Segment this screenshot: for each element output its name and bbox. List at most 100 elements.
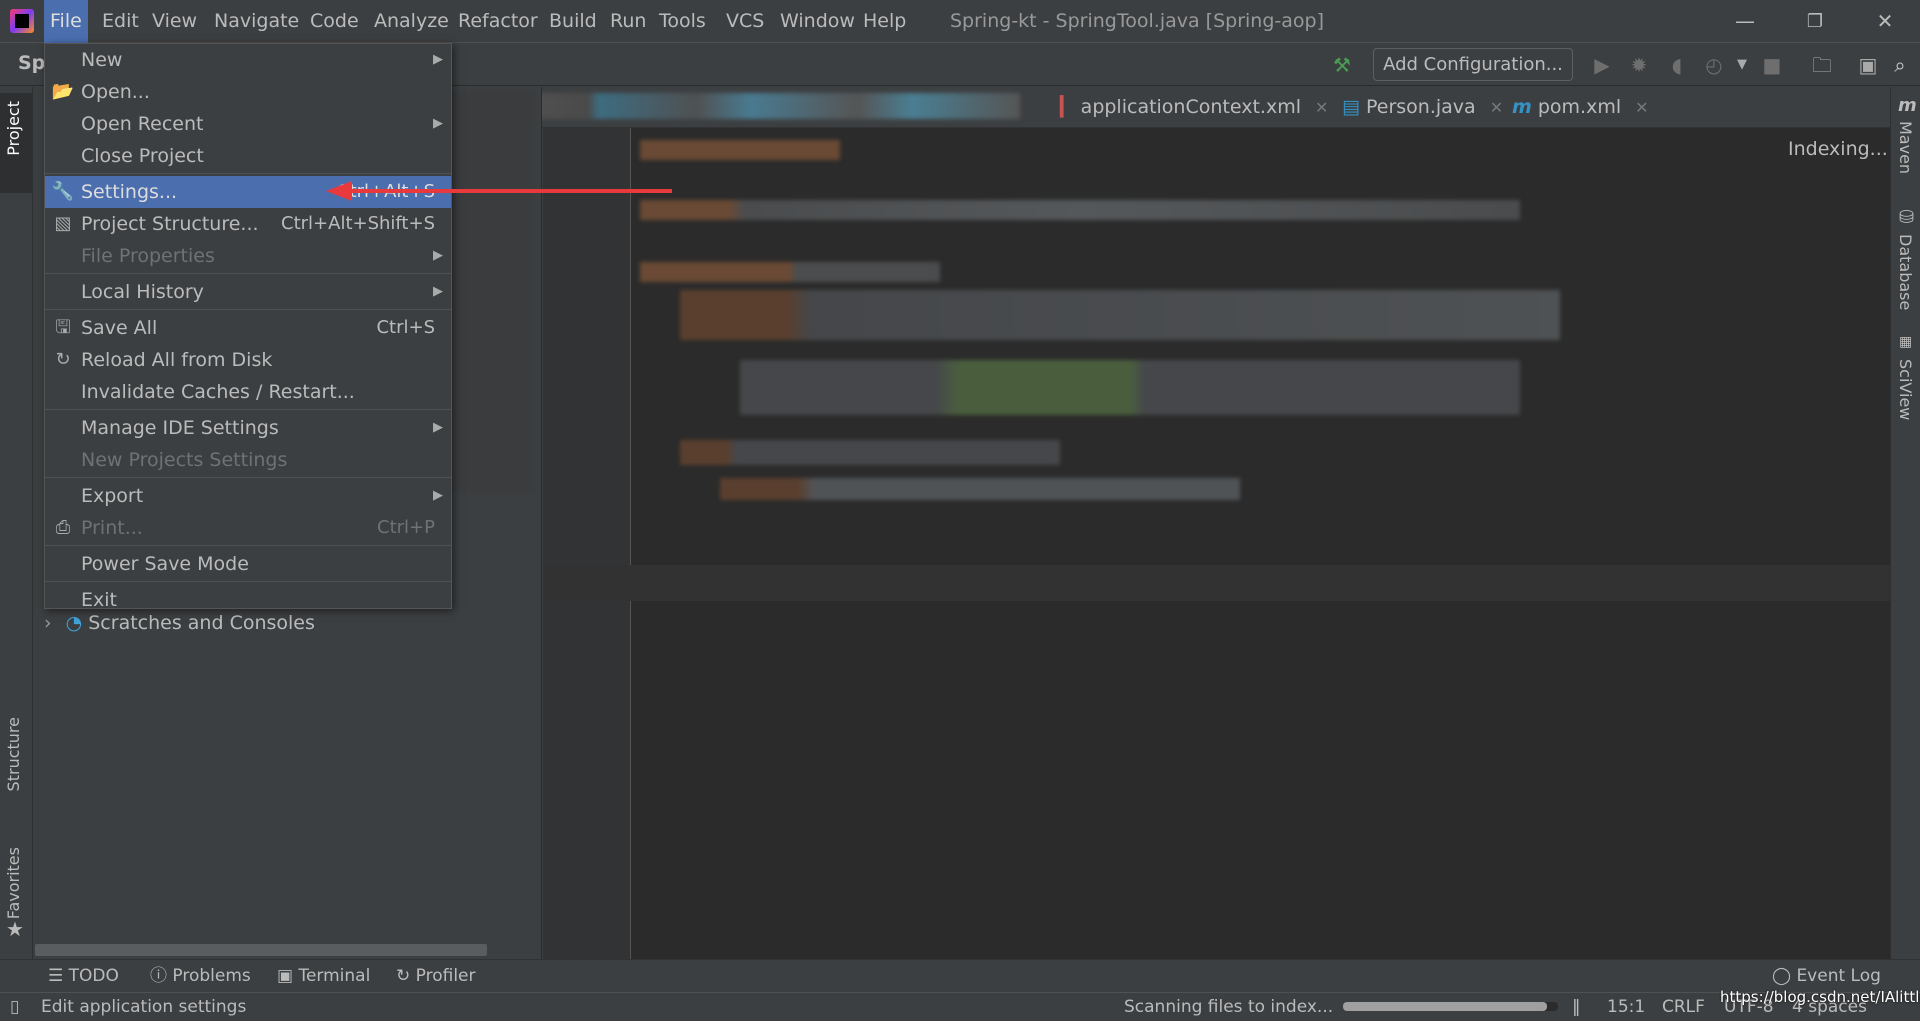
breadcrumb[interactable]: Sp	[18, 52, 45, 74]
structure-tool-tab[interactable]: Structure	[4, 717, 23, 791]
menu-item-new[interactable]: New ▶	[45, 44, 451, 76]
menu-item-open[interactable]: 📂 Open...	[45, 76, 451, 108]
stop-icon[interactable]: ■	[1760, 52, 1784, 78]
progress-text: Scanning files to index...	[1124, 997, 1334, 1017]
blurred-code	[680, 440, 1060, 465]
submenu-arrow-icon: ▶	[433, 488, 443, 503]
chevron-down-icon[interactable]: ▼	[1730, 52, 1754, 78]
caret-row	[543, 565, 1890, 601]
pause-icon[interactable]: ‖	[1572, 993, 1581, 1021]
todo-tool-button[interactable]: ☰ TODO	[48, 960, 119, 993]
java-file-icon: ▤	[1342, 96, 1360, 118]
menu-item-label: Export	[81, 485, 144, 507]
menu-item-label: Open Recent	[81, 113, 204, 135]
profiler-icon: ↻	[396, 966, 411, 986]
submenu-arrow-icon: ▶	[433, 116, 443, 131]
menu-item-label: Reload All from Disk	[81, 349, 273, 371]
menu-item-reload-all-from-disk[interactable]: ↻ Reload All from Disk	[45, 344, 451, 376]
reload-icon: ↻	[55, 349, 71, 370]
blurred-code	[640, 140, 840, 160]
minimize-button[interactable]: —	[1722, 0, 1768, 43]
status-bar: ▯ Edit application settings Scanning fil…	[0, 988, 1920, 1021]
menu-run[interactable]: Run	[604, 0, 652, 43]
blurred-code	[740, 360, 1520, 415]
menu-item-label: Open...	[81, 81, 150, 103]
submenu-arrow-icon: ▶	[433, 284, 443, 299]
menu-window[interactable]: Window	[774, 0, 861, 43]
menu-item-power-save-mode[interactable]: Power Save Mode	[45, 548, 451, 580]
menu-analyze[interactable]: Analyze	[368, 0, 455, 43]
file-menu-dropdown: New ▶ 📂 Open... Open Recent ▶ Close Project 🔧 Se…	[44, 43, 452, 611]
sciview-icon: ▦	[1899, 334, 1913, 350]
menu-file[interactable]: File	[44, 0, 88, 43]
menu-item-label: Print...	[81, 517, 143, 539]
menu-refactor[interactable]: Refactor	[452, 0, 544, 43]
maven-tool-tab[interactable]: Maven	[1896, 121, 1915, 174]
problems-tool-button[interactable]: ⓘ Problems	[150, 960, 251, 993]
tab-label: Person.java	[1366, 96, 1476, 118]
profiler-tool-button[interactable]: ↻ Profiler	[396, 960, 476, 993]
shortcut-label: Ctrl+Alt+Shift+S	[281, 213, 435, 234]
line-separator[interactable]: CRLF	[1662, 993, 1705, 1021]
sciview-tool-tab[interactable]: SciView	[1896, 359, 1915, 420]
favorites-tool-tab[interactable]: Favorites	[4, 847, 23, 919]
coverage-icon[interactable]: ◖	[1665, 52, 1689, 78]
database-tool-tab[interactable]: Database	[1896, 234, 1915, 310]
maven-icon: m	[1512, 96, 1532, 118]
submenu-arrow-icon: ▶	[433, 248, 443, 263]
menu-item-label: New Projects Settings	[81, 449, 288, 471]
profile-icon[interactable]: ◴	[1702, 52, 1726, 78]
menu-item-local-history[interactable]: Local History ▶	[45, 276, 451, 308]
close-tab-icon[interactable]: ✕	[1490, 98, 1503, 117]
menu-item-open-recent[interactable]: Open Recent ▶	[45, 108, 451, 140]
menu-help[interactable]: Help	[857, 0, 912, 43]
menu-item-label: New	[81, 49, 123, 71]
menu-build[interactable]: Build	[543, 0, 603, 43]
right-tool-strip: m Maven ⛁ Database ▦ SciView	[1890, 87, 1920, 959]
menu-vcs[interactable]: VCS	[720, 0, 770, 43]
build-hammer-icon[interactable]: ⚒	[1330, 52, 1354, 78]
menu-view[interactable]: View	[146, 0, 203, 43]
progress-bar	[1343, 1002, 1558, 1011]
add-configuration-button[interactable]: Add Configuration...	[1373, 48, 1573, 81]
project-structure-icon[interactable]: 🗀	[1810, 52, 1834, 78]
menu-item-manage-ide-settings[interactable]: Manage IDE Settings ▶	[45, 412, 451, 444]
terminal-window-icon[interactable]: ▣	[1856, 52, 1880, 78]
menu-code[interactable]: Code	[304, 0, 365, 43]
tab-pom-xml[interactable]: m pom.xml ✕	[1512, 87, 1649, 128]
editor-area[interactable]	[543, 128, 1890, 959]
terminal-icon: ▣	[277, 966, 294, 986]
terminal-tool-button[interactable]: ▣ Terminal	[277, 960, 370, 993]
menu-item-save-all[interactable]: 🖫 Save All Ctrl+S	[45, 312, 451, 344]
close-window-button[interactable]: ✕	[1862, 0, 1908, 43]
horizontal-scrollbar[interactable]	[35, 944, 487, 956]
search-icon[interactable]: ⌕	[1888, 52, 1912, 78]
close-tab-icon[interactable]: ✕	[1635, 98, 1648, 117]
tool-window-bar: ☰ TODO ⓘ Problems ▣ Terminal ↻ Profiler …	[0, 959, 1920, 992]
tab-applicationcontext-xml[interactable]: ▎ applicationContext.xml ✕	[1060, 87, 1328, 128]
menu-item-export[interactable]: Export ▶	[45, 480, 451, 512]
menu-item-label: Settings...	[81, 181, 178, 203]
menu-edit[interactable]: Edit	[96, 0, 145, 43]
run-icon[interactable]: ▶	[1590, 52, 1614, 78]
blurred-tabs	[480, 93, 1020, 119]
menu-navigate[interactable]: Navigate	[208, 0, 305, 43]
close-tab-icon[interactable]: ✕	[1315, 98, 1328, 117]
project-tool-tab[interactable]: Project	[4, 101, 23, 156]
blurred-code	[640, 262, 940, 282]
menu-item-close-project[interactable]: Close Project	[45, 140, 451, 172]
print-icon: ⎙	[55, 517, 71, 538]
toggle-tool-windows-icon[interactable]: ▯	[10, 993, 19, 1021]
menu-item-settings[interactable]: 🔧 Settings... Ctrl+Alt+S	[45, 176, 451, 208]
caret-position[interactable]: 15:1	[1607, 993, 1645, 1021]
menu-item-label: Invalidate Caches / Restart...	[81, 381, 355, 403]
tab-person-java[interactable]: ▤ Person.java ✕	[1342, 87, 1503, 128]
menu-item-invalidate-caches-restart[interactable]: Invalidate Caches / Restart...	[45, 376, 451, 408]
menu-item-label: Power Save Mode	[81, 553, 249, 575]
restore-button[interactable]: ❐	[1792, 0, 1838, 43]
debug-icon[interactable]: ✹	[1627, 52, 1651, 78]
menu-item-exit[interactable]: Exit	[45, 584, 451, 616]
menu-tools[interactable]: Tools	[653, 0, 712, 43]
menu-item-print: ⎙ Print... Ctrl+P	[45, 512, 451, 544]
menu-item-project-structure[interactable]: ▧ Project Structure... Ctrl+Alt+Shift+S	[45, 208, 451, 240]
